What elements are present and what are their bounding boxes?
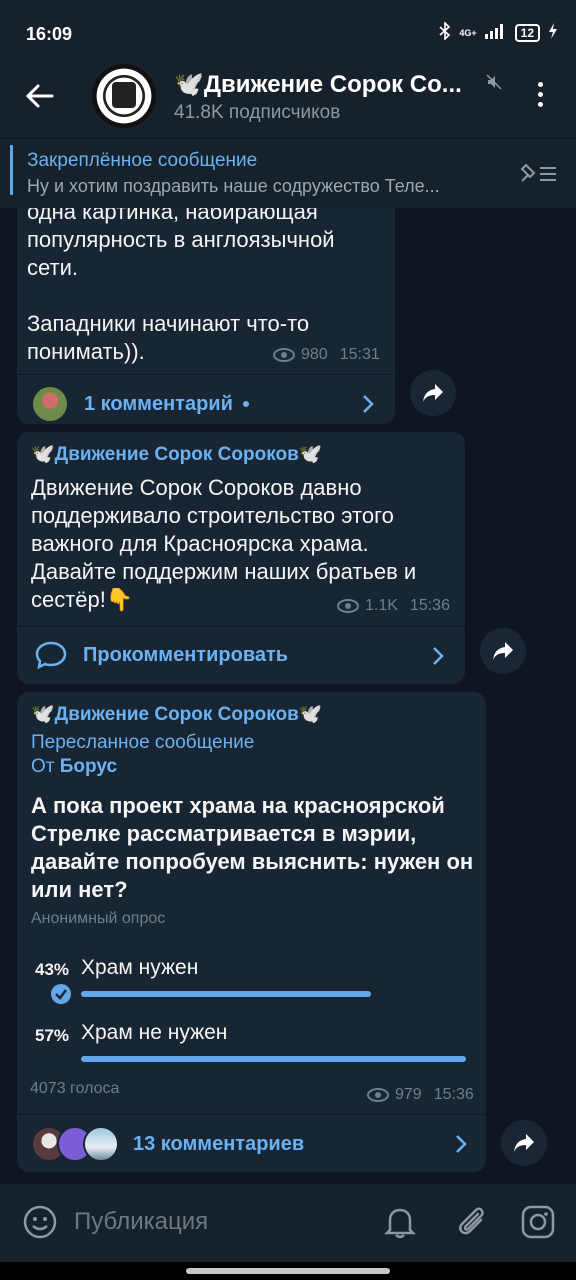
attach-button[interactable]	[454, 1204, 488, 1245]
message-composer: Публикация	[0, 1184, 576, 1262]
commenter-avatars	[31, 1126, 119, 1162]
poll-option-bar	[81, 1056, 466, 1062]
message-input[interactable]: Публикация	[74, 1208, 208, 1236]
forwarded-from[interactable]: От Борус	[31, 756, 117, 778]
poll-option-label[interactable]: Храм не нужен	[81, 1021, 227, 1045]
avatar-emblem	[112, 82, 136, 108]
commenter-avatar	[33, 387, 67, 421]
poll-option-percent: 57%	[35, 1026, 70, 1045]
message-line: Западники начинают что-то	[27, 311, 310, 336]
sender-name[interactable]: 🕊️Движение Сорок Сороков🕊️	[31, 702, 322, 726]
network-label: 4G+	[459, 27, 477, 38]
status-bar: 16:09 4G+ 12	[0, 0, 576, 56]
poll-message-bubble[interactable]: 🕊️Движение Сорок Сороков🕊️ Пересланное с…	[17, 692, 486, 1172]
check-icon	[51, 984, 71, 1004]
chevron-right-icon	[361, 394, 375, 419]
pinned-message-bar[interactable]: Закреплённое сообщение Ну и хотим поздра…	[0, 138, 576, 208]
poll-votes: 4073 голоса	[30, 1080, 120, 1097]
views-icon	[337, 599, 359, 613]
chat-header: 🕊️Движение Сорок Со... 41.8K подписчиков	[0, 56, 576, 138]
forwarded-from-name: Борус	[59, 756, 118, 777]
pinned-text: Ну и хотим поздравить наше содружество Т…	[27, 176, 440, 196]
share-arrow-icon	[493, 642, 513, 660]
pinned-title: Закреплённое сообщение	[27, 150, 258, 171]
comments-button[interactable]: 1 комментарий	[33, 384, 249, 424]
share-arrow-icon	[514, 1134, 534, 1152]
bluetooth-icon	[439, 21, 451, 43]
channel-title[interactable]: 🕊️Движение Сорок Со...	[174, 70, 484, 99]
chevron-right-icon	[431, 646, 445, 671]
comments-label: 1 комментарий	[84, 392, 233, 415]
paperclip-icon	[459, 1207, 484, 1235]
pinned-list-icon[interactable]	[518, 161, 558, 190]
poll-question: А пока проект храма на красноярской Стре…	[31, 793, 474, 902]
forwarded-from-prefix: От	[31, 756, 55, 777]
message-time: 15:31	[339, 346, 380, 363]
emoji-button[interactable]	[22, 1204, 58, 1245]
more-menu-button[interactable]	[530, 82, 550, 112]
views-icon	[367, 1088, 389, 1102]
poll-option-percent: 43%	[35, 960, 70, 979]
subscriber-count: 41.8K подписчиков	[174, 102, 341, 123]
comment-button[interactable]: Прокомментировать	[35, 634, 288, 676]
views-count: 979	[395, 1086, 422, 1103]
share-button[interactable]	[480, 628, 526, 674]
poll-type: Анонимный опрос	[31, 910, 166, 927]
message-line: сети.	[27, 255, 78, 280]
instagram-camera-icon	[521, 1205, 555, 1239]
message-feed[interactable]: одна картинка, набирающая популярность в…	[0, 208, 576, 1184]
comment-label: Прокомментировать	[83, 643, 289, 666]
views-count: 1.1K	[365, 597, 398, 614]
share-button[interactable]	[501, 1120, 547, 1166]
battery-icon: 12	[514, 23, 540, 42]
message-meta: 980 15:31	[273, 346, 380, 364]
message-line: популярность в англоязычной	[27, 227, 335, 252]
sender-name[interactable]: 🕊️Движение Сорок Сороков🕊️	[31, 442, 322, 466]
commenter-avatar	[83, 1126, 119, 1162]
back-button[interactable]	[22, 78, 58, 114]
message-time: 15:36	[409, 597, 450, 614]
chevron-right-icon	[454, 1134, 468, 1159]
views-icon	[273, 348, 295, 362]
notification-button[interactable]	[383, 1204, 417, 1245]
status-icons: 4G+ 12	[439, 21, 558, 43]
message-text: Движение Сорок Сороков давно поддерживал…	[31, 475, 417, 612]
channel-avatar[interactable]	[92, 64, 156, 128]
signal-icon	[484, 23, 507, 42]
comments-label: 13 комментариев	[133, 1132, 305, 1155]
message-bubble[interactable]: 🕊️Движение Сорок Сороков🕊️ Движение Соро…	[17, 432, 465, 684]
comments-button[interactable]: 13 комментариев	[31, 1124, 304, 1164]
navigation-bar	[0, 1262, 576, 1280]
smile-icon	[23, 1205, 57, 1239]
message-line: одна картинка, набирающая	[27, 208, 318, 224]
message-meta: 1.1K 15:36	[337, 597, 450, 615]
charging-icon	[548, 23, 558, 42]
poll-option-bar	[81, 991, 371, 997]
comment-bubble-icon	[35, 641, 67, 669]
forwarded-label: Пересланное сообщение	[31, 732, 255, 753]
home-indicator[interactable]	[186, 1268, 390, 1274]
bell-icon	[383, 1208, 417, 1239]
pinned-indicator	[10, 145, 13, 195]
arrow-left-icon	[25, 84, 54, 108]
message-meta: 979 15:36	[367, 1086, 474, 1104]
muted-icon	[486, 74, 502, 95]
poll-option-label[interactable]: Храм нужен	[81, 956, 198, 980]
message-bubble[interactable]: одна картинка, набирающая популярность в…	[17, 208, 395, 424]
share-button[interactable]	[410, 370, 456, 416]
unread-dot	[242, 401, 249, 407]
share-arrow-icon	[423, 384, 443, 402]
status-time: 16:09	[26, 24, 73, 44]
views-count: 980	[301, 346, 328, 363]
camera-button[interactable]	[520, 1204, 556, 1245]
message-time: 15:36	[433, 1086, 474, 1103]
